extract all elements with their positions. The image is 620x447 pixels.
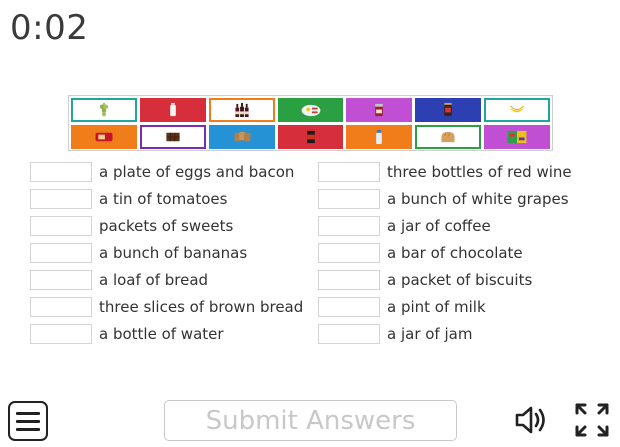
- item-label: a tin of tomatoes: [99, 190, 228, 208]
- drop-zone[interactable]: [318, 270, 380, 290]
- item-label: a pint of milk: [387, 298, 486, 316]
- drop-zone[interactable]: [30, 270, 92, 290]
- match-item: a jar of coffee: [318, 215, 491, 237]
- drop-zone[interactable]: [30, 189, 92, 209]
- drop-zone[interactable]: [318, 216, 380, 236]
- picture-tile[interactable]: [484, 125, 551, 149]
- drop-zone[interactable]: [318, 243, 380, 263]
- picture-tiles-panel: [68, 95, 553, 151]
- submit-answers-button[interactable]: Submit Answers: [164, 400, 457, 441]
- item-label: packets of sweets: [99, 217, 234, 235]
- match-item: three bottles of red wine: [318, 161, 572, 183]
- milk-bottle-icon: [169, 102, 176, 117]
- picture-tile[interactable]: [139, 98, 206, 122]
- match-item: a bar of chocolate: [318, 242, 523, 264]
- brown-bread-slices-icon: [234, 131, 251, 142]
- biscuits-packet-icon: [95, 132, 113, 142]
- picture-tile[interactable]: [139, 125, 206, 149]
- item-label: three bottles of red wine: [387, 163, 572, 181]
- match-item: a tin of tomatoes: [30, 188, 227, 210]
- bread-loaf-icon: [441, 131, 455, 143]
- picture-tile[interactable]: [208, 125, 275, 149]
- item-label: a bar of chocolate: [387, 244, 523, 262]
- fullscreen-icon[interactable]: [574, 402, 610, 438]
- item-label: a jar of jam: [387, 325, 473, 343]
- speaker-icon[interactable]: [514, 403, 550, 437]
- tile-row-1: [71, 98, 551, 122]
- picture-tile[interactable]: [277, 125, 344, 149]
- match-item: a plate of eggs and bacon: [30, 161, 294, 183]
- drop-zone[interactable]: [318, 162, 380, 182]
- coffee-jar-icon: [444, 102, 452, 117]
- match-item: a pint of milk: [318, 296, 486, 318]
- grapes-icon: [99, 102, 109, 117]
- match-item: a bunch of white grapes: [318, 188, 569, 210]
- item-label: a loaf of bread: [99, 271, 209, 289]
- chocolate-bar-icon: [166, 132, 180, 142]
- drop-zone[interactable]: [30, 324, 92, 344]
- tile-row-2: [71, 125, 551, 149]
- match-item: three slices of brown bread: [30, 296, 303, 318]
- bananas-icon: [509, 105, 525, 113]
- picture-tile[interactable]: [71, 98, 137, 122]
- picture-tile[interactable]: [415, 98, 482, 122]
- drop-zone[interactable]: [30, 297, 92, 317]
- match-item: a jar of jam: [318, 323, 472, 345]
- hamburger-menu-icon: [16, 419, 40, 423]
- item-label: three slices of brown bread: [99, 298, 304, 316]
- match-item: a packet of biscuits: [318, 269, 532, 291]
- match-item: packets of sweets: [30, 215, 233, 237]
- jam-jar-icon: [375, 103, 384, 117]
- drop-zone[interactable]: [30, 216, 92, 236]
- match-item: a bunch of bananas: [30, 242, 247, 264]
- item-label: a packet of biscuits: [387, 271, 533, 289]
- drop-zone[interactable]: [318, 297, 380, 317]
- wine-bottles-icon: [235, 102, 249, 118]
- drop-zone[interactable]: [30, 243, 92, 263]
- item-label: a bottle of water: [99, 325, 224, 343]
- picture-tile[interactable]: [346, 125, 413, 149]
- tomato-tin-icon: [306, 130, 315, 144]
- picture-tile[interactable]: [71, 125, 137, 149]
- sweets-packets-icon: [507, 130, 527, 144]
- match-item: a bottle of water: [30, 323, 224, 345]
- match-item: a loaf of bread: [30, 269, 208, 291]
- drop-zone[interactable]: [318, 324, 380, 344]
- picture-tile[interactable]: [415, 125, 482, 149]
- hamburger-menu-icon: [16, 427, 40, 431]
- menu-button[interactable]: [8, 401, 48, 441]
- hamburger-menu-icon: [16, 411, 40, 415]
- item-label: a jar of coffee: [387, 217, 491, 235]
- item-label: a bunch of bananas: [99, 244, 248, 262]
- picture-tile[interactable]: [277, 98, 344, 122]
- timer: 0:02: [10, 8, 89, 48]
- water-bottle-icon: [376, 129, 383, 145]
- picture-tile[interactable]: [346, 98, 413, 122]
- drop-zone[interactable]: [318, 189, 380, 209]
- picture-tile[interactable]: [484, 98, 551, 122]
- item-label: a plate of eggs and bacon: [99, 163, 295, 181]
- item-label: a bunch of white grapes: [387, 190, 569, 208]
- picture-tile[interactable]: [208, 98, 275, 122]
- eggs-bacon-plate-icon: [301, 104, 320, 117]
- drop-zone[interactable]: [30, 162, 92, 182]
